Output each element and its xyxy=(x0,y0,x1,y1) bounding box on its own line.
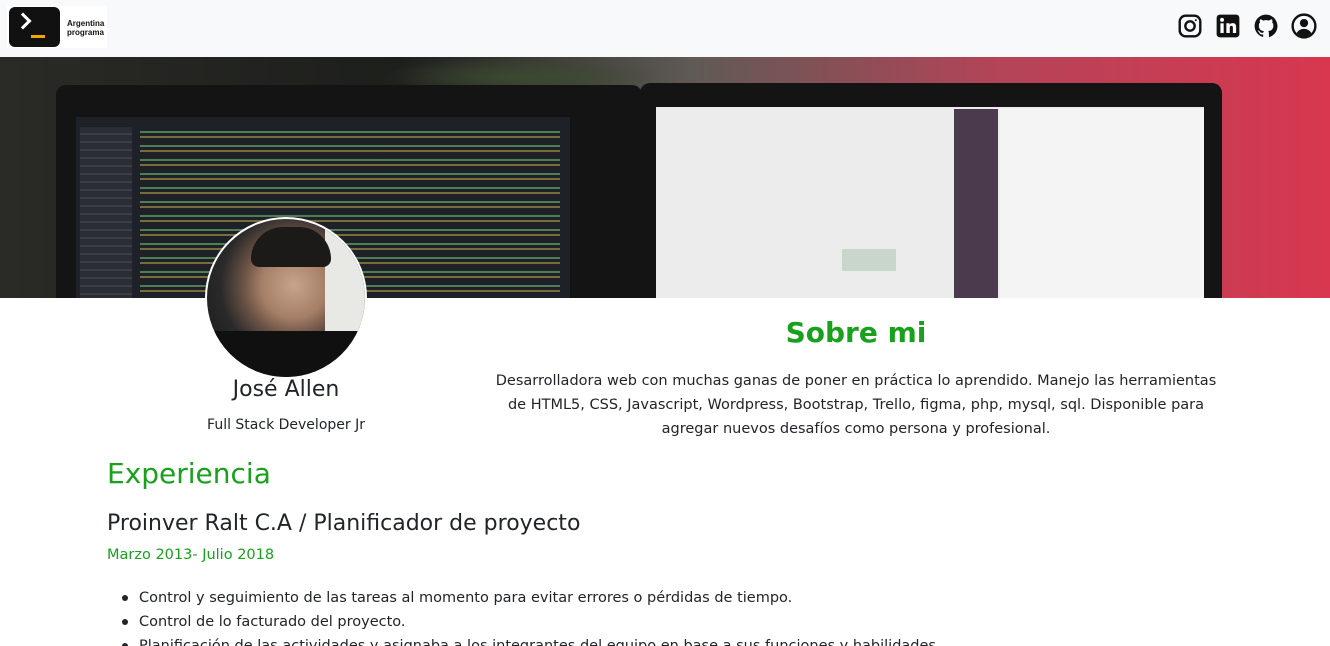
user-icon[interactable] xyxy=(1291,13,1317,39)
banner-app-panel xyxy=(1000,109,1204,298)
job-title: Proinver Ralt C.A / Planificador de proy… xyxy=(107,511,581,536)
banner-app-dialog xyxy=(842,249,896,271)
about-title: Sobre mi xyxy=(785,316,927,349)
experience-title: Experiencia xyxy=(107,457,271,490)
github-icon[interactable] xyxy=(1253,13,1279,39)
brand-logo[interactable]: Argentina programa xyxy=(7,6,107,48)
terminal-logo-icon xyxy=(9,7,60,47)
avatar xyxy=(205,217,367,379)
profile-name: José Allen xyxy=(232,377,340,402)
navbar: Argentina programa xyxy=(0,0,1330,57)
brand-line-1: Argentina xyxy=(67,19,105,28)
instagram-icon[interactable] xyxy=(1177,13,1203,39)
job-dates: Marzo 2013- Julio 2018 xyxy=(107,547,275,563)
banner-app-sidebar xyxy=(954,109,998,298)
profile-role: Full Stack Developer Jr xyxy=(207,417,365,433)
job-task-list: Control y seguimiento de las tareas al m… xyxy=(122,586,1239,646)
about-text: Desarrolladora web con muchas ganas de p… xyxy=(495,373,1217,437)
header-banner-image xyxy=(0,57,1330,298)
banner-file-tree xyxy=(80,127,132,298)
brand-text: Argentina programa xyxy=(67,19,104,37)
list-item: Control de lo facturado del proyecto. xyxy=(122,610,1239,634)
brand-line-2: programa xyxy=(67,28,104,37)
list-item: Planificación de las actividades y asign… xyxy=(122,634,1239,646)
list-item: Control y seguimiento de las tareas al m… xyxy=(122,586,1239,610)
linkedin-icon[interactable] xyxy=(1215,13,1241,39)
